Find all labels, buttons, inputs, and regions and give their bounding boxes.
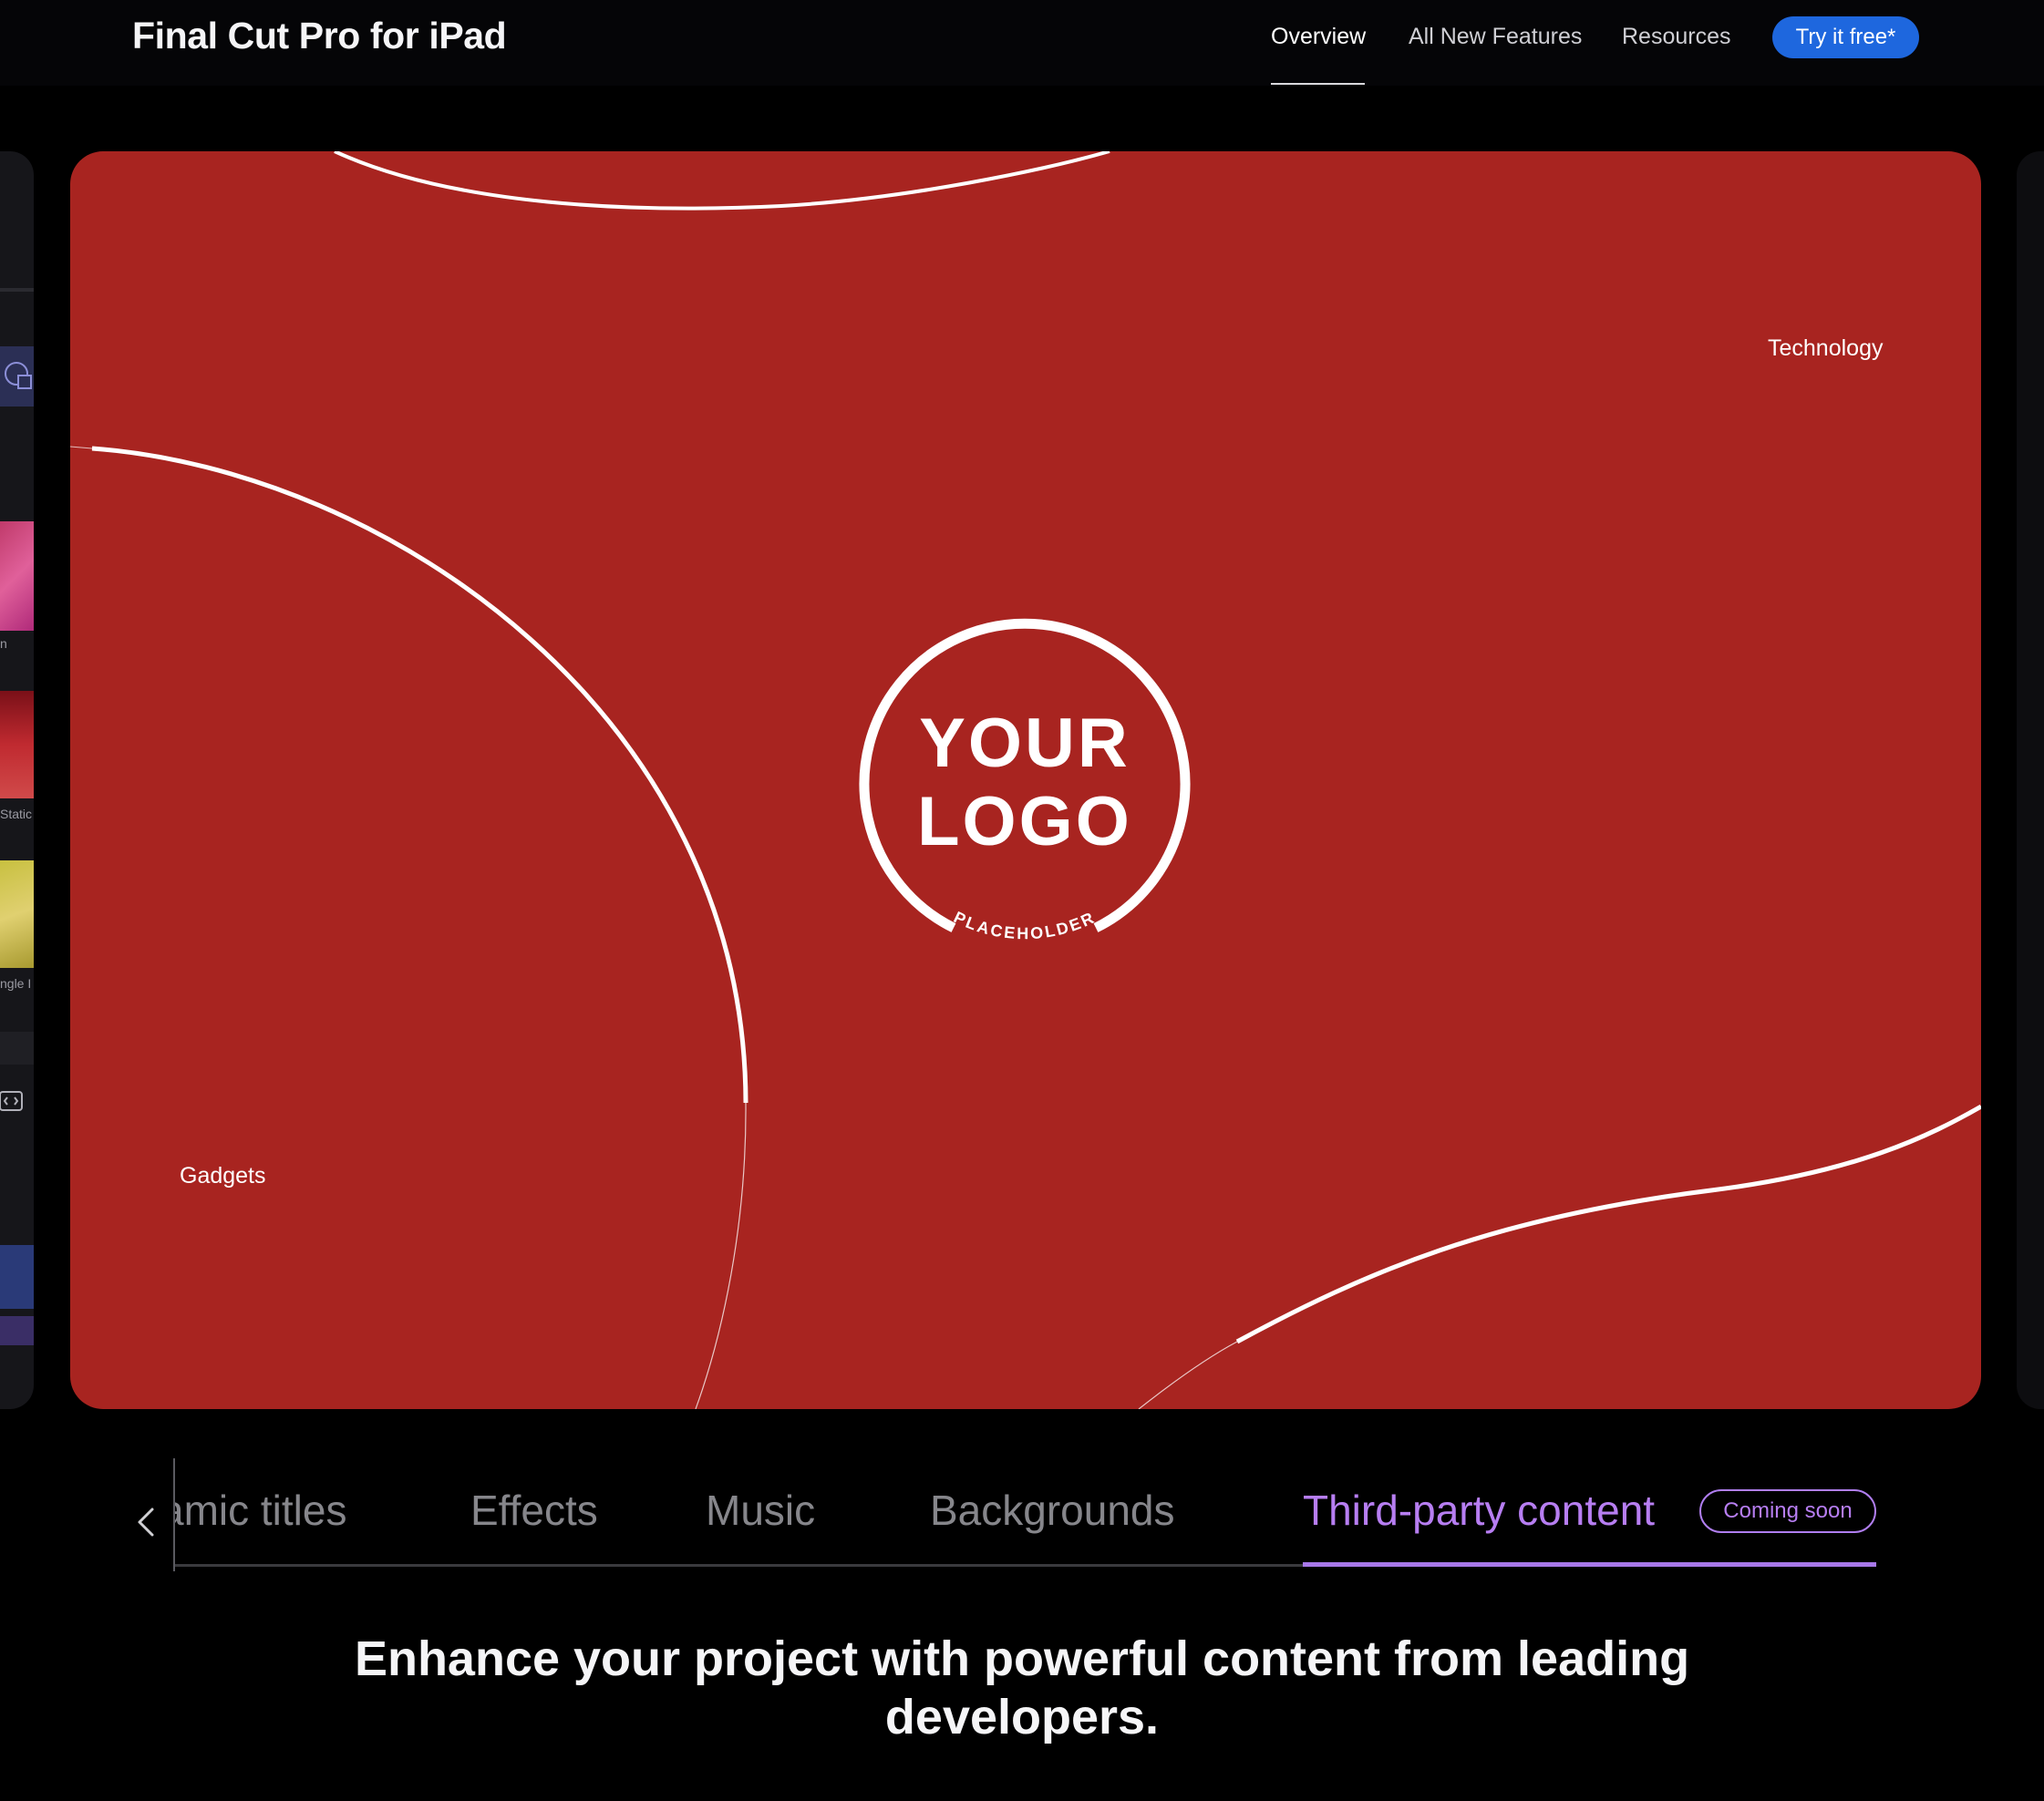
- coming-soon-badge: Coming soon: [1699, 1489, 1876, 1533]
- tab-dynamic-titles[interactable]: amic titles: [175, 1486, 346, 1535]
- thumbnail-2: [0, 691, 34, 798]
- tab-music[interactable]: Music: [706, 1486, 815, 1535]
- tabs-scroller: amic titles Effects Music Backgrounds Th…: [175, 1458, 1889, 1577]
- logo-placeholder: PLACEHOLDER YOUR LOGO: [856, 614, 1193, 952]
- page: Final Cut Pro for iPad Overview All New …: [0, 0, 2044, 1801]
- nav-link-overview[interactable]: Overview: [1271, 24, 1366, 50]
- content-tabs: amic titles Effects Music Backgrounds Th…: [119, 1458, 1878, 1577]
- panel-block: [0, 346, 34, 407]
- logo-line-2: LOGO: [917, 783, 1132, 860]
- panel-block: [0, 1083, 34, 1121]
- previous-slide-peek[interactable]: n Static ngle I: [0, 151, 34, 1409]
- logo-arc-text: PLACEHOLDER: [951, 908, 1099, 942]
- effects-icon: [5, 362, 32, 389]
- tab-third-party-content[interactable]: Third-party content: [1303, 1486, 1655, 1535]
- clip-icon: [0, 1091, 23, 1111]
- thumbnail-3: [0, 860, 34, 968]
- timeline-block: [0, 1245, 34, 1309]
- tabs-previous-button[interactable]: [128, 1504, 164, 1540]
- thumbnail-1: [0, 521, 34, 631]
- bottom-right-fade: [1138, 1341, 1238, 1409]
- nav-link-resources[interactable]: Resources: [1622, 24, 1731, 50]
- left-arc-tail: [70, 446, 93, 449]
- logo-line-1: YOUR: [919, 705, 1130, 782]
- bottom-right-curve: [1235, 1104, 1981, 1344]
- tab-backgrounds[interactable]: Backgrounds: [930, 1486, 1175, 1535]
- left-arc: [91, 446, 748, 1104]
- try-it-free-button[interactable]: Try it free*: [1772, 16, 1919, 58]
- keyword-label-gadgets: Gadgets: [180, 1163, 266, 1189]
- divider: [0, 288, 34, 292]
- top-nav: Final Cut Pro for iPad Overview All New …: [0, 0, 2044, 86]
- top-curve: [334, 151, 1110, 211]
- panel-block: [0, 1032, 34, 1065]
- thumbnail-label: Static: [0, 807, 33, 821]
- product-title[interactable]: Final Cut Pro for iPad: [132, 15, 507, 57]
- thumbnail-label: ngle I: [0, 976, 32, 991]
- nav-active-indicator: [1271, 83, 1365, 85]
- chevron-left-icon: [138, 1508, 154, 1537]
- left-arc-fade: [695, 1102, 747, 1409]
- next-slide-peek[interactable]: [2017, 151, 2044, 1409]
- nav-link-all-new-features[interactable]: All New Features: [1409, 24, 1582, 50]
- thumbnail-label: n: [0, 636, 7, 651]
- tab-effects[interactable]: Effects: [470, 1486, 598, 1535]
- keyword-label-technology: Technology: [1768, 335, 1884, 361]
- tabs-active-indicator: [1303, 1562, 1876, 1567]
- preview-stage: Technology Gadgets PLACEHOLDER YOUR LOGO: [70, 151, 1981, 1409]
- section-headline: Enhance your project with powerful conte…: [354, 1631, 1690, 1744]
- timeline-block: [0, 1316, 34, 1345]
